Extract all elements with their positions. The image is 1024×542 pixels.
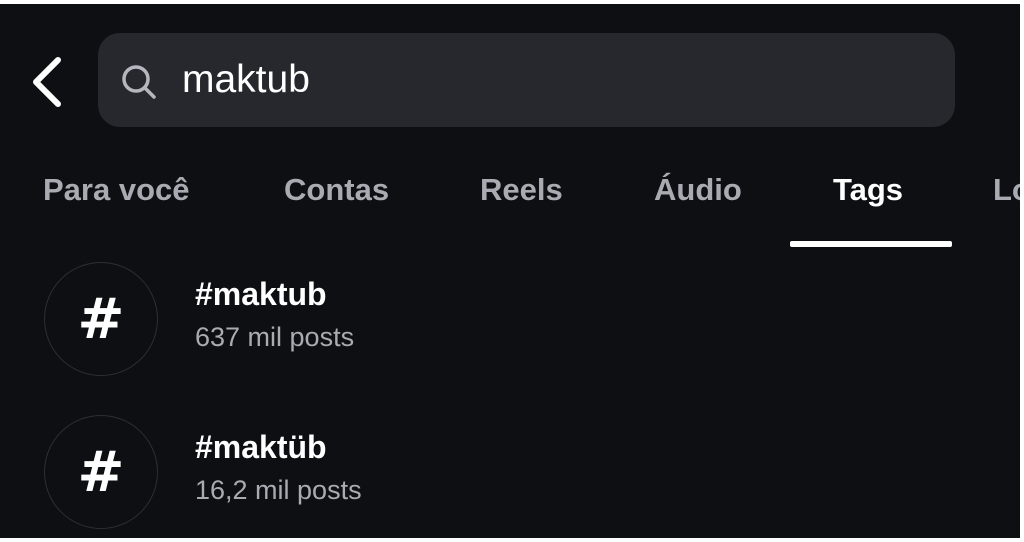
- back-button[interactable]: [22, 52, 70, 112]
- hashtag-icon: #: [44, 262, 158, 376]
- hashtag-icon: #: [44, 415, 158, 529]
- hashtag-post-count: 637 mil posts: [195, 322, 355, 352]
- active-tab-indicator: [790, 241, 952, 247]
- tab-audio[interactable]: Áudio: [654, 172, 742, 208]
- tab-para-voce[interactable]: Para você: [43, 172, 190, 208]
- hashtag-post-count: 16,2 mil posts: [195, 475, 362, 505]
- hashtag-result-row[interactable]: # #maktüb 16,2 mil posts: [0, 415, 1020, 533]
- hashtag-result-row[interactable]: # #maktub 637 mil posts: [0, 262, 1020, 380]
- hashtag-name: #maktub: [195, 276, 327, 312]
- search-icon: [122, 65, 156, 99]
- chevron-left-icon: [33, 57, 61, 107]
- search-tabs: Para você Contas Reels Áudio Tags Lo: [0, 154, 1020, 254]
- tab-reels[interactable]: Reels: [480, 172, 563, 208]
- tab-locais[interactable]: Lo: [993, 172, 1020, 208]
- tab-contas[interactable]: Contas: [284, 172, 389, 208]
- search-screen: Para você Contas Reels Áudio Tags Lo # #…: [0, 4, 1020, 538]
- tab-tags[interactable]: Tags: [833, 172, 903, 208]
- hashtag-name: #maktüb: [195, 429, 327, 465]
- search-bar[interactable]: [98, 33, 955, 127]
- search-input[interactable]: [182, 53, 922, 107]
